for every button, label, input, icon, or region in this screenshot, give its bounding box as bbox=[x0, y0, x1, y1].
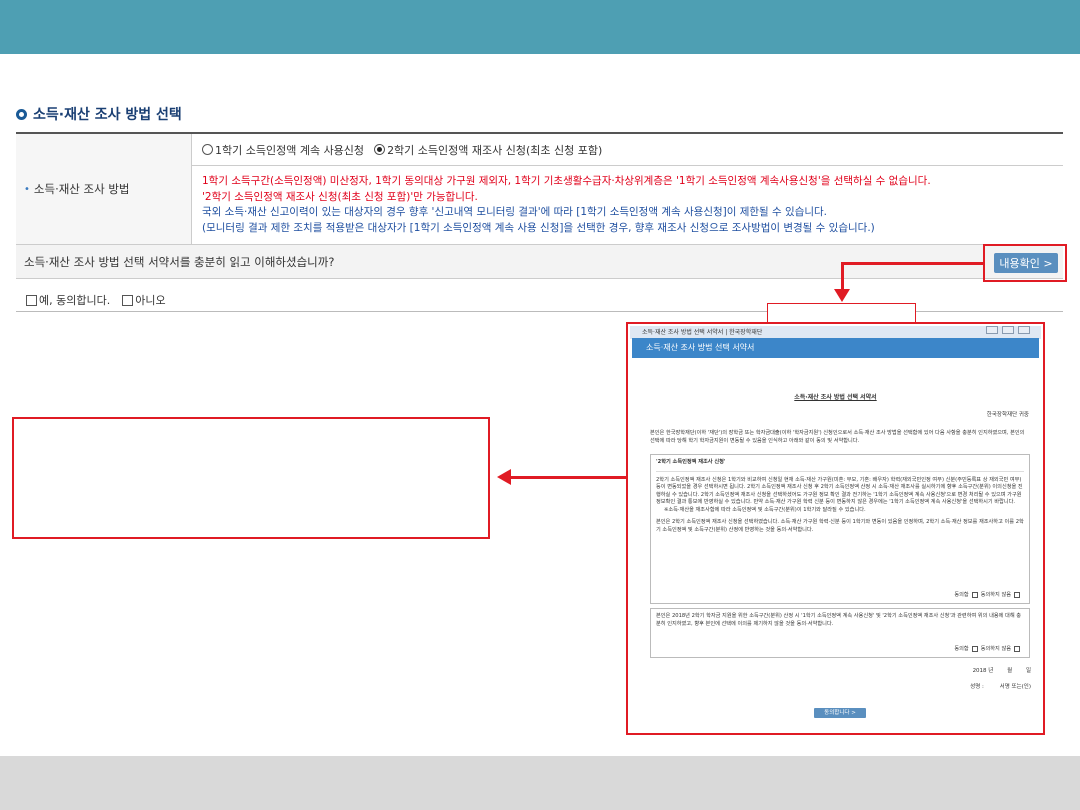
radio-option-1[interactable]: 1학기 소득인정액 계속 사용신청 bbox=[202, 142, 364, 158]
box2-text: 본인은 2018년 2학기 학자금 지원을 위한 소득구간(분위) 산정 시 '… bbox=[656, 613, 1022, 627]
checkbox-no[interactable] bbox=[122, 294, 134, 306]
doc-title: 소득·재산 조사 방법 선택 서약서 bbox=[794, 394, 877, 401]
arrow-line-left bbox=[505, 476, 627, 479]
box1-disagree-checkbox[interactable] bbox=[1014, 592, 1020, 599]
box1-agree-checkbox[interactable] bbox=[971, 592, 978, 599]
popup-header-text: 소득·재산 조사 방법 선택 서약서 bbox=[646, 343, 755, 352]
note-blue-2: (모니터링 결과 제한 조치를 적용받은 대상자가 [1학기 소득인정액 계속 … bbox=[202, 221, 875, 234]
top-banner bbox=[0, 0, 1080, 54]
note-red-2: '2학기 소득인정액 재조사 신청(최초 신청 포함)'만 가능합니다. bbox=[202, 190, 478, 203]
pledge-popup-screenshot: 소득·재산 조사 방법 선택 서약서 | 한국장학재단 소득·재산 조사 방법 … bbox=[626, 322, 1045, 735]
agree-no[interactable]: 아니오 bbox=[122, 292, 166, 308]
doc-signature: 성명 : 서명 또는(인) bbox=[956, 684, 1031, 692]
date-day: 일 bbox=[1025, 668, 1031, 674]
agree-no-label: 아니오 bbox=[135, 294, 166, 307]
box2-disagree-checkbox[interactable] bbox=[1014, 646, 1020, 653]
agree-yes-label: 예, 동의합니다. bbox=[39, 294, 111, 307]
box1-consent: 본인은 2학기 소득인정액 재조사 신청을 선택하였습니다. 소득·재산 가구원… bbox=[656, 519, 1024, 533]
radio-option-2[interactable]: 2학기 소득인정액 재조사 신청(최초 신청 포함) bbox=[374, 142, 602, 158]
box1-checks: 동의함 동의하지 않음 bbox=[954, 592, 1023, 600]
close-icon[interactable] bbox=[1018, 326, 1030, 334]
pledge-question: 소득·재산 조사 방법 선택 서약서를 충분히 읽고 이해하셨습니까? bbox=[24, 254, 335, 269]
method-label-text: 소득·재산 조사 방법 bbox=[33, 182, 130, 196]
doc-box-retest: '2학기 소득인정액 재조사 신청' 2학기 소득인정액 재조사 신청은 1학기… bbox=[650, 454, 1030, 604]
bottom-banner bbox=[0, 756, 1080, 810]
box2-checks: 동의함 동의하지 않음 bbox=[954, 646, 1023, 654]
circle-bullet-icon bbox=[16, 108, 27, 120]
method-content: 1학기 소득인정액 계속 사용신청 2학기 소득인정액 재조사 신청(최초 신청… bbox=[192, 134, 1063, 244]
date-month: 월 bbox=[1007, 668, 1013, 674]
annotation-box bbox=[12, 417, 490, 539]
minimize-icon[interactable] bbox=[986, 326, 998, 334]
popup-header: 소득·재산 조사 방법 선택 서약서 bbox=[632, 338, 1039, 358]
box1-note: ※소득·재산을 재조사함에 따라 소득인정액 및 소득구간(분위)이 1학기와 … bbox=[664, 506, 866, 513]
arrow-down-icon bbox=[834, 289, 850, 302]
sign-label: 성명 : bbox=[970, 684, 984, 690]
agree-yes[interactable]: 예, 동의합니다. bbox=[26, 292, 110, 308]
date-year: 2018 년 bbox=[972, 668, 994, 674]
method-row: • 소득·재산 조사 방법 1학기 소득인정액 계속 사용신청 2학기 소득인정… bbox=[16, 134, 1063, 245]
radio-option-1-label: 1학기 소득인정액 계속 사용신청 bbox=[215, 143, 365, 157]
box2-disagree-label: 동의하지 않음 bbox=[980, 645, 1011, 652]
box2-agree-checkbox[interactable] bbox=[971, 646, 978, 653]
section-title: 소득·재산 조사 방법 선택 bbox=[16, 104, 182, 124]
box1-text: 2학기 소득인정액 재조사 신청은 1학기와 비교하여 신청일 현재 소득·재산… bbox=[656, 476, 1023, 506]
box1-heading: '2학기 소득인정액 재조사 신청' bbox=[656, 459, 1024, 472]
method-radio-group: 1학기 소득인정액 계속 사용신청 2학기 소득인정액 재조사 신청(최초 신청… bbox=[192, 134, 1063, 166]
note-blue-1: 국외 소득·재산 신고이력이 있는 대상자의 경우 향후 '신고내역 모니터링 … bbox=[202, 206, 828, 218]
method-label: • 소득·재산 조사 방법 bbox=[16, 134, 192, 244]
arrow-left-icon bbox=[497, 469, 511, 485]
checkbox-yes[interactable] bbox=[26, 294, 37, 306]
method-notes: 1학기 소득구간(소득인정액) 미산정자, 1학기 동의대상 가구원 제외자, … bbox=[192, 166, 1063, 244]
maximize-icon[interactable] bbox=[1002, 326, 1014, 334]
radio-on-icon[interactable] bbox=[374, 144, 386, 155]
radio-off-icon[interactable] bbox=[202, 144, 213, 155]
sign-value: 서명 또는(인) bbox=[999, 684, 1031, 690]
popup-agree-button[interactable]: 동의합니다 > bbox=[814, 708, 866, 718]
note-red-1: 1학기 소득구간(소득인정액) 미산정자, 1학기 동의대상 가구원 제외자, … bbox=[202, 175, 931, 187]
doc-date: 2018 년 월 일 bbox=[961, 668, 1031, 676]
popup-body: 소득·재산 조사 방법 선택 서약서 한국장학재단 귀중 본인은 한국장학재단(… bbox=[632, 358, 1039, 733]
arrow-line-vertical bbox=[841, 262, 844, 290]
box2-agree-label: 동의함 bbox=[954, 645, 969, 652]
box1-agree-label: 동의함 bbox=[954, 591, 969, 598]
box1-disagree-label: 동의하지 않음 bbox=[980, 591, 1011, 598]
doc-box-final: 본인은 2018년 2학기 학자금 지원을 위한 소득구간(분위) 산정 시 '… bbox=[650, 608, 1030, 658]
radio-option-2-label: 2학기 소득인정액 재조사 신청(최초 신청 포함) bbox=[387, 143, 603, 157]
section-title-text: 소득·재산 조사 방법 선택 bbox=[33, 107, 182, 123]
method-table: • 소득·재산 조사 방법 1학기 소득인정액 계속 사용신청 2학기 소득인정… bbox=[16, 132, 1063, 279]
agree-checkboxes: 예, 동의합니다. 아니오 bbox=[26, 292, 178, 308]
arrow-line-horizontal bbox=[841, 262, 983, 265]
doc-org: 한국장학재단 귀중 bbox=[986, 412, 1029, 418]
bullet-dot-icon: • bbox=[24, 183, 30, 195]
doc-intro: 본인은 한국장학재단(이하 '재단')의 장학금 또는 학자금대출(이하 '학자… bbox=[650, 430, 1025, 444]
highlight-box-confirm bbox=[983, 244, 1067, 282]
